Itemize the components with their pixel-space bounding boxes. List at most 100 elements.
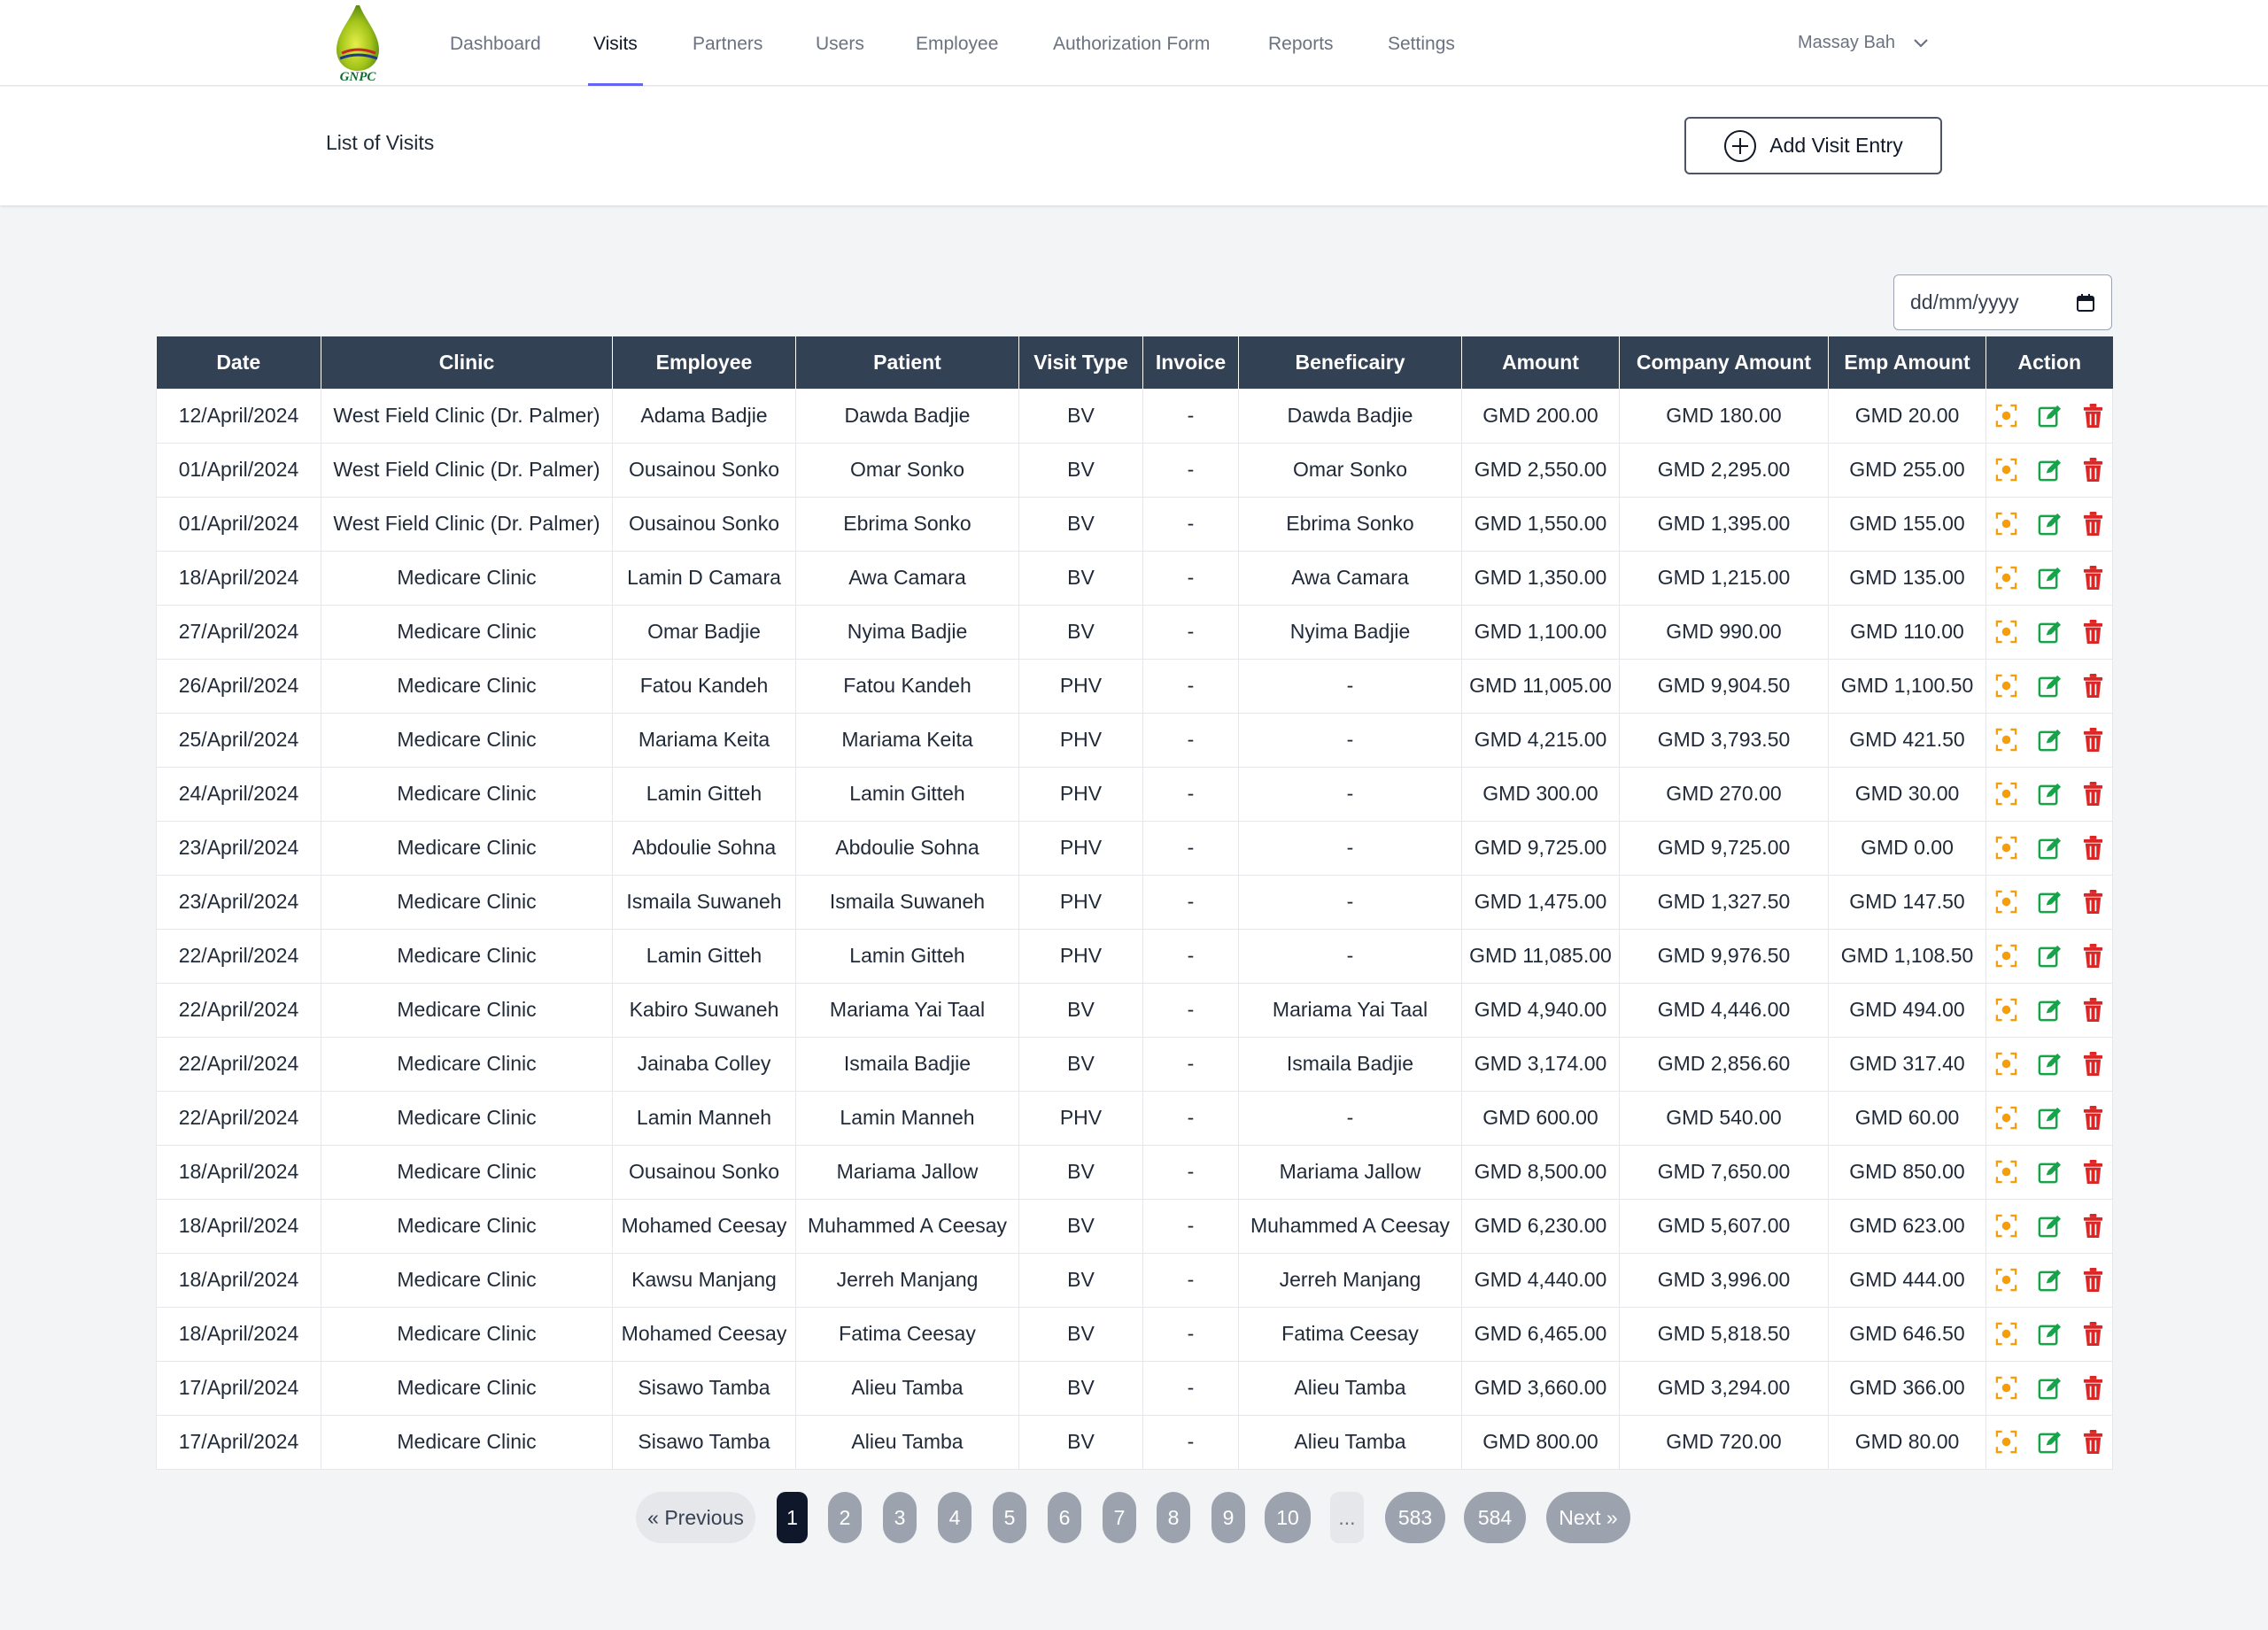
trash-icon[interactable] <box>2081 1159 2105 1185</box>
column-header-amount[interactable]: Amount <box>1461 336 1620 389</box>
column-header-beneficiary[interactable]: Beneficairy <box>1238 336 1462 389</box>
view-icon[interactable] <box>1994 835 2018 861</box>
edit-icon[interactable] <box>2038 1213 2062 1239</box>
view-icon[interactable] <box>1994 781 2018 807</box>
pagination-page-6[interactable]: 6 <box>1048 1492 1081 1543</box>
column-header-invoice[interactable]: Invoice <box>1142 336 1239 389</box>
action-cell <box>1985 1145 2113 1200</box>
trash-icon[interactable] <box>2081 457 2105 483</box>
view-icon[interactable] <box>1994 889 2018 915</box>
column-header-clinic[interactable]: Clinic <box>321 336 613 389</box>
trash-icon[interactable] <box>2081 943 2105 969</box>
view-icon[interactable] <box>1994 1375 2018 1401</box>
trash-icon[interactable] <box>2081 1321 2105 1347</box>
nav-link-reports[interactable]: Reports <box>1268 0 1334 86</box>
edit-icon[interactable] <box>2038 1321 2062 1347</box>
trash-icon[interactable] <box>2081 1105 2105 1131</box>
edit-icon[interactable] <box>2038 403 2062 429</box>
edit-icon[interactable] <box>2038 619 2062 645</box>
view-icon[interactable] <box>1994 997 2018 1023</box>
nav-link-partners[interactable]: Partners <box>693 0 762 86</box>
edit-icon[interactable] <box>2038 727 2062 753</box>
nav-link-visits[interactable]: Visits <box>588 0 643 86</box>
nav-link-employee[interactable]: Employee <box>916 0 998 86</box>
edit-icon[interactable] <box>2038 457 2062 483</box>
trash-icon[interactable] <box>2081 889 2105 915</box>
pagination-next-button[interactable]: Next » <box>1546 1492 1630 1543</box>
view-icon[interactable] <box>1994 673 2018 699</box>
nav-link-users[interactable]: Users <box>816 0 864 86</box>
view-icon[interactable] <box>1994 565 2018 591</box>
trash-icon[interactable] <box>2081 1213 2105 1239</box>
view-icon[interactable] <box>1994 1267 2018 1293</box>
edit-icon[interactable] <box>2038 673 2062 699</box>
edit-icon[interactable] <box>2038 1051 2062 1077</box>
trash-icon[interactable] <box>2081 835 2105 861</box>
nav-link-settings[interactable]: Settings <box>1388 0 1455 86</box>
add-visit-entry-button[interactable]: Add Visit Entry <box>1684 117 1942 174</box>
edit-icon[interactable] <box>2038 943 2062 969</box>
edit-icon[interactable] <box>2038 781 2062 807</box>
trash-icon[interactable] <box>2081 997 2105 1023</box>
view-icon[interactable] <box>1994 1429 2018 1455</box>
edit-icon[interactable] <box>2038 889 2062 915</box>
view-icon[interactable] <box>1994 1213 2018 1239</box>
trash-icon[interactable] <box>2081 565 2105 591</box>
edit-icon[interactable] <box>2038 835 2062 861</box>
edit-icon[interactable] <box>2038 1267 2062 1293</box>
column-header-company-amount[interactable]: Company Amount <box>1619 336 1829 389</box>
edit-icon[interactable] <box>2038 1429 2062 1455</box>
pagination-page-583[interactable]: 583 <box>1385 1492 1445 1543</box>
column-header-patient[interactable]: Patient <box>795 336 1019 389</box>
pagination-page-5[interactable]: 5 <box>993 1492 1026 1543</box>
view-icon[interactable] <box>1994 1051 2018 1077</box>
nav-link-authorization-form[interactable]: Authorization Form <box>1053 0 1210 86</box>
trash-icon[interactable] <box>2081 1051 2105 1077</box>
column-header-date[interactable]: Date <box>156 336 321 389</box>
trash-icon[interactable] <box>2081 1267 2105 1293</box>
visit-type-cell: PHV <box>1018 929 1143 984</box>
pagination-page-10[interactable]: 10 <box>1265 1492 1311 1543</box>
view-icon[interactable] <box>1994 943 2018 969</box>
view-icon[interactable] <box>1994 1105 2018 1131</box>
pagination-page-3[interactable]: 3 <box>883 1492 917 1543</box>
view-icon[interactable] <box>1994 403 2018 429</box>
column-header-visit-type[interactable]: Visit Type <box>1018 336 1143 389</box>
trash-icon[interactable] <box>2081 403 2105 429</box>
edit-icon[interactable] <box>2038 565 2062 591</box>
trash-icon[interactable] <box>2081 727 2105 753</box>
pagination-page-8[interactable]: 8 <box>1157 1492 1190 1543</box>
trash-icon[interactable] <box>2081 1429 2105 1455</box>
user-menu[interactable]: Massay Bah <box>1798 0 1929 86</box>
pagination-page-4[interactable]: 4 <box>938 1492 971 1543</box>
table-row: 22/April/2024 Medicare Clinic Jainaba Coll… <box>156 1037 2113 1092</box>
calendar-icon[interactable] <box>2076 293 2095 313</box>
trash-icon[interactable] <box>2081 1375 2105 1401</box>
trash-icon[interactable] <box>2081 619 2105 645</box>
nav-link-dashboard[interactable]: Dashboard <box>450 0 541 86</box>
trash-icon[interactable] <box>2081 781 2105 807</box>
view-icon[interactable] <box>1994 457 2018 483</box>
pagination-page-9[interactable]: 9 <box>1211 1492 1245 1543</box>
column-header-emp-amount[interactable]: Emp Amount <box>1828 336 1986 389</box>
pagination-page-2[interactable]: 2 <box>828 1492 862 1543</box>
pagination-previous-button[interactable]: « Previous <box>636 1492 755 1543</box>
pagination-page-1[interactable]: 1 <box>777 1492 808 1543</box>
employee-cell: Lamin Gitteh <box>612 767 796 822</box>
edit-icon[interactable] <box>2038 997 2062 1023</box>
pagination-page-584[interactable]: 584 <box>1464 1492 1526 1543</box>
trash-icon[interactable] <box>2081 511 2105 537</box>
view-icon[interactable] <box>1994 619 2018 645</box>
edit-icon[interactable] <box>2038 511 2062 537</box>
trash-icon[interactable] <box>2081 673 2105 699</box>
view-icon[interactable] <box>1994 511 2018 537</box>
view-icon[interactable] <box>1994 1321 2018 1347</box>
date-filter-input[interactable]: dd/mm/yyyy <box>1893 274 2112 330</box>
edit-icon[interactable] <box>2038 1375 2062 1401</box>
view-icon[interactable] <box>1994 727 2018 753</box>
pagination-page-7[interactable]: 7 <box>1103 1492 1136 1543</box>
edit-icon[interactable] <box>2038 1105 2062 1131</box>
edit-icon[interactable] <box>2038 1159 2062 1185</box>
column-header-employee[interactable]: Employee <box>612 336 796 389</box>
view-icon[interactable] <box>1994 1159 2018 1185</box>
